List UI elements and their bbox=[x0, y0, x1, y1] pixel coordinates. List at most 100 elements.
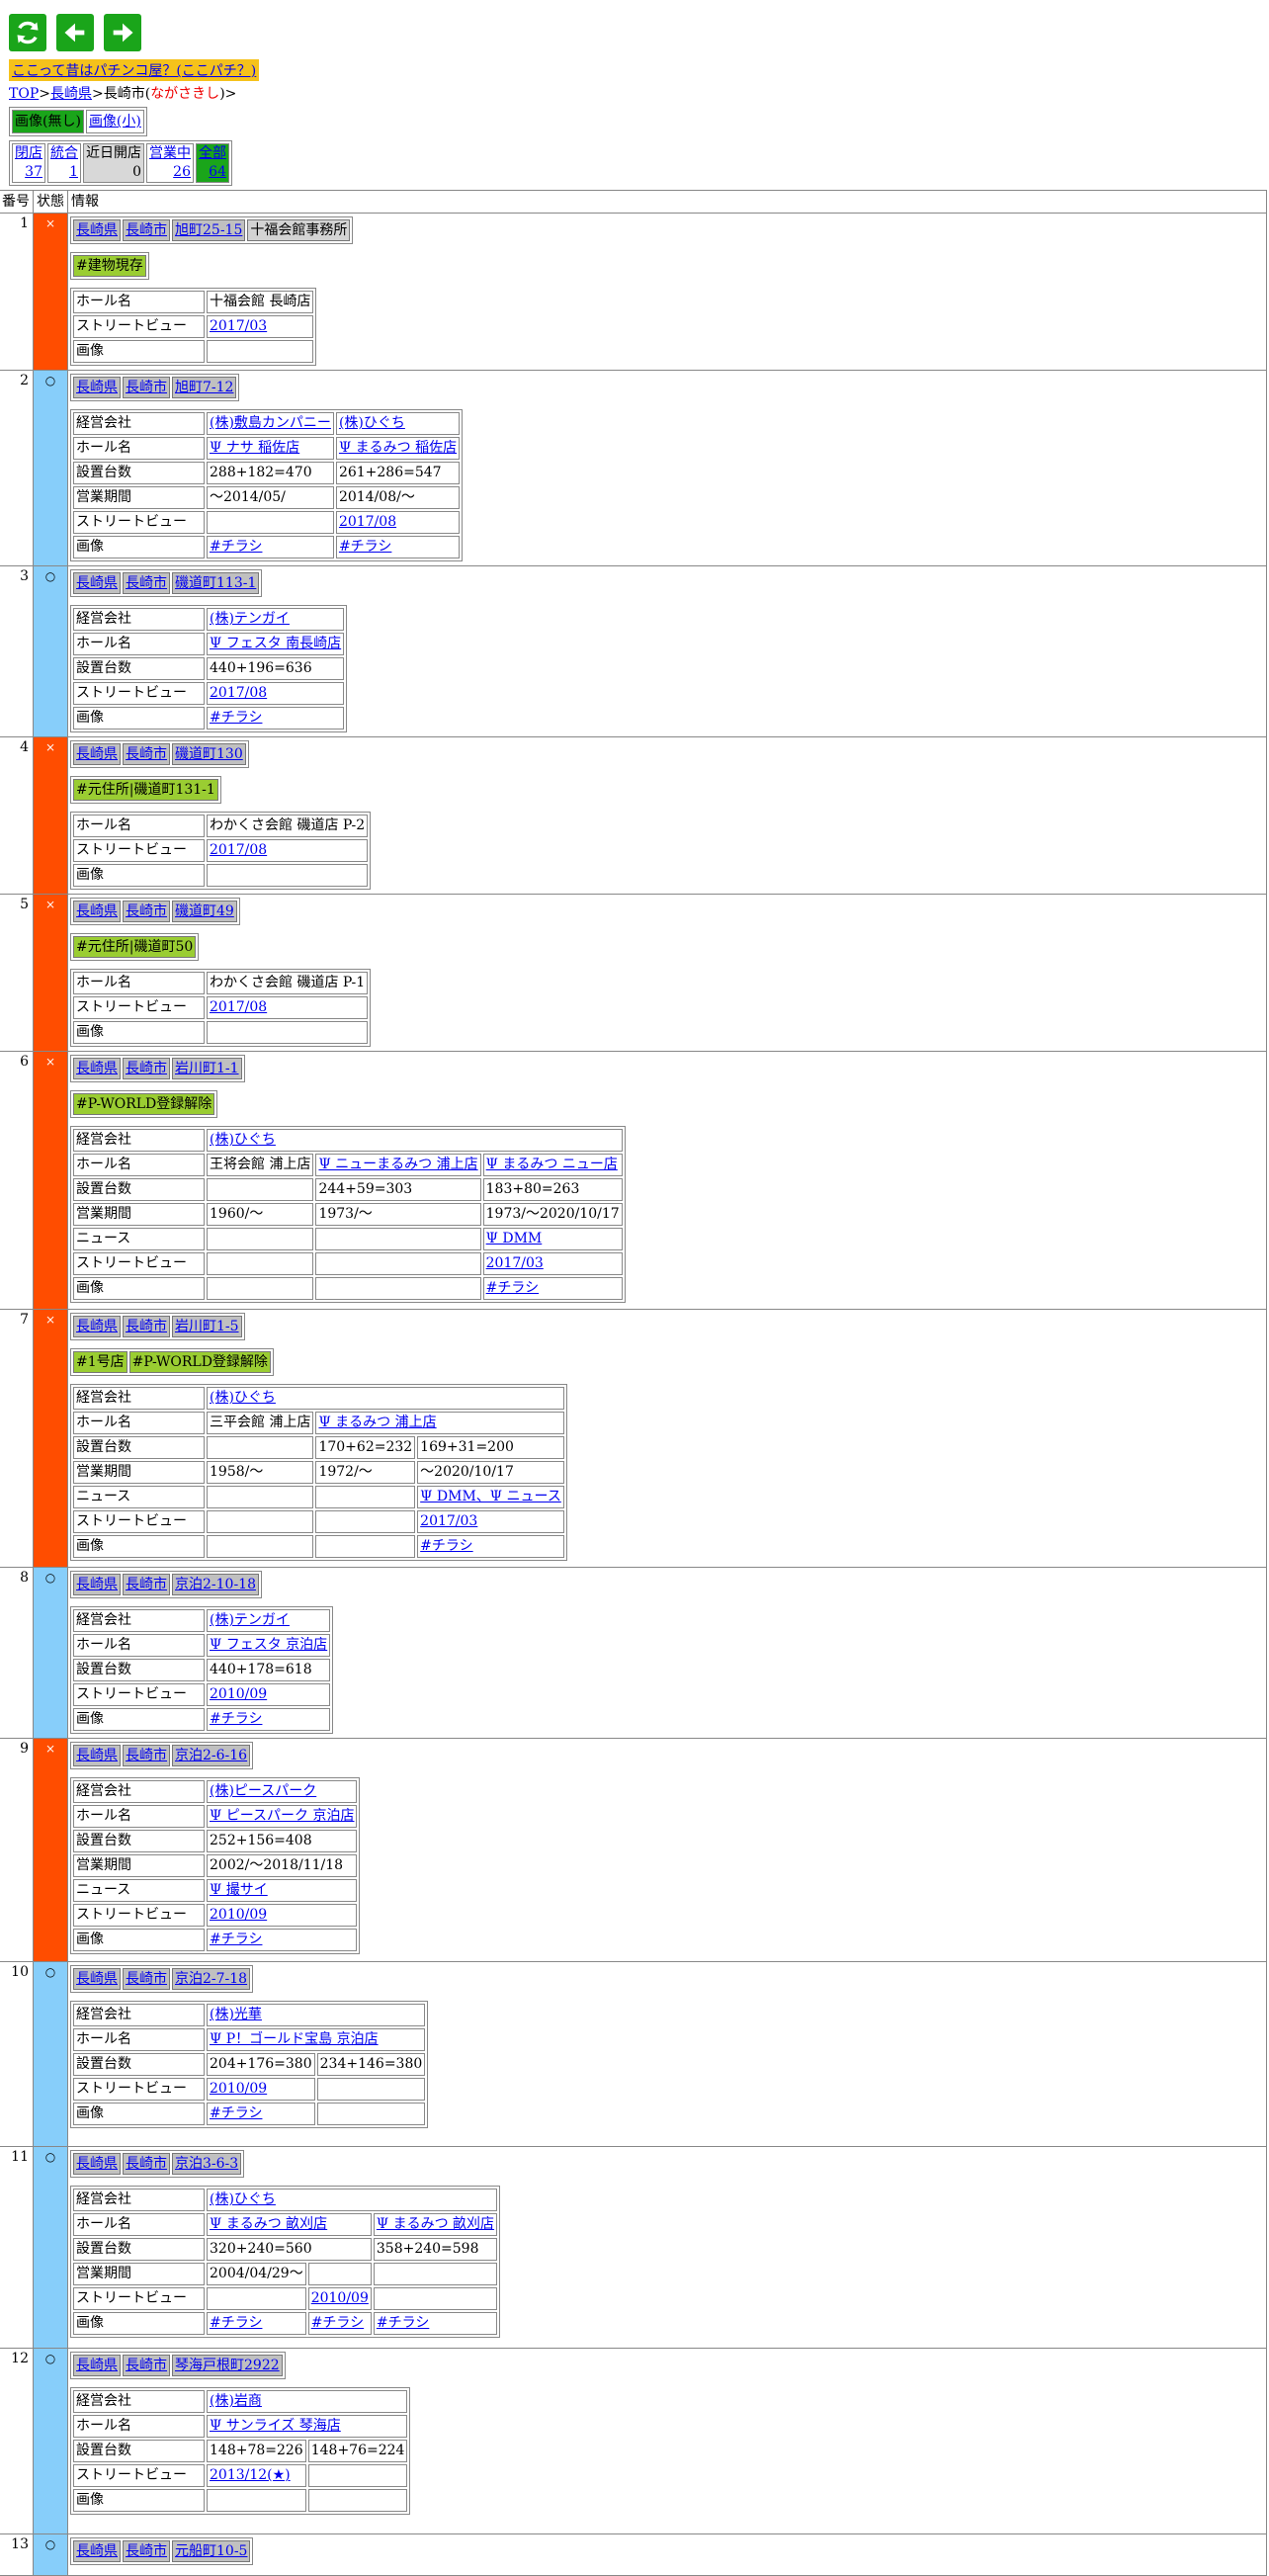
detail-link[interactable]: #チラシ bbox=[210, 710, 262, 726]
detail-value[interactable]: #チラシ bbox=[207, 2103, 315, 2125]
address-cell[interactable]: 長崎県 bbox=[73, 1574, 121, 1595]
address-link[interactable]: 長崎県 bbox=[76, 380, 118, 395]
address-link[interactable]: 長崎市 bbox=[126, 746, 167, 762]
detail-link[interactable]: #チラシ bbox=[377, 2315, 429, 2331]
detail-link[interactable]: (株)ひぐち bbox=[210, 1132, 276, 1148]
detail-link[interactable]: Ψ DMM bbox=[486, 1231, 543, 1246]
detail-link[interactable]: 2017/08 bbox=[210, 842, 267, 858]
address-link[interactable]: 磯道町49 bbox=[175, 903, 234, 919]
address-cell[interactable]: 長崎市 bbox=[123, 377, 170, 398]
status-filter-cell[interactable]: 閉店 37 bbox=[12, 143, 45, 183]
detail-value[interactable]: (株)ピースパーク bbox=[207, 1780, 358, 1803]
forward-arrow-icon[interactable] bbox=[104, 14, 141, 51]
detail-value[interactable]: #チラシ bbox=[482, 1277, 623, 1300]
detail-link[interactable]: Ψ DMM、Ψ ニュース bbox=[420, 1489, 561, 1504]
detail-value[interactable]: 2010/09 bbox=[207, 1904, 358, 1927]
detail-value[interactable]: Ψ 撮サイ bbox=[207, 1879, 358, 1902]
detail-link[interactable]: #チラシ bbox=[339, 539, 391, 555]
address-link[interactable]: 長崎県 bbox=[76, 746, 118, 762]
detail-value[interactable]: 2010/09 bbox=[207, 2078, 315, 2101]
address-link[interactable]: 長崎市 bbox=[126, 1061, 167, 1076]
detail-value[interactable]: Ψ ニューまるみつ 浦上店 bbox=[315, 1154, 481, 1176]
address-link[interactable]: 長崎市 bbox=[126, 575, 167, 591]
address-link[interactable]: 長崎県 bbox=[76, 2543, 118, 2559]
detail-link[interactable]: Ψ サンライズ 琴海店 bbox=[210, 2418, 341, 2434]
detail-link[interactable]: 2010/09 bbox=[311, 2290, 369, 2306]
detail-value[interactable]: Ψ まるみつ 畝刈店 bbox=[207, 2213, 372, 2236]
address-link[interactable]: 旭町7-12 bbox=[175, 380, 233, 395]
address-link[interactable]: 元船町10-5 bbox=[175, 2543, 247, 2559]
detail-value[interactable]: #チラシ bbox=[307, 2312, 372, 2335]
address-cell[interactable]: 磯道町130 bbox=[172, 743, 246, 765]
address-cell[interactable]: 長崎県 bbox=[73, 572, 121, 594]
detail-link[interactable]: 2017/08 bbox=[210, 685, 267, 701]
detail-link[interactable]: (株)ひぐち bbox=[210, 2191, 276, 2207]
detail-value[interactable]: Ψ サンライズ 琴海店 bbox=[207, 2415, 408, 2438]
detail-value[interactable]: (株)ひぐち bbox=[207, 1387, 564, 1410]
address-cell[interactable]: 長崎市 bbox=[123, 1745, 170, 1766]
refresh-icon[interactable] bbox=[9, 14, 46, 51]
detail-value[interactable]: #チラシ bbox=[207, 1708, 331, 1731]
detail-value[interactable]: #チラシ bbox=[207, 2312, 306, 2335]
status-filter-cell[interactable]: 統合 1 bbox=[47, 143, 81, 183]
detail-link[interactable]: (株)ひぐち bbox=[210, 1390, 276, 1406]
address-cell[interactable]: 長崎県 bbox=[73, 1316, 121, 1337]
status-filter-link[interactable]: 閉店 37 bbox=[15, 145, 42, 182]
detail-value[interactable]: Ψ ピースパーク 京泊店 bbox=[207, 1805, 358, 1828]
address-link[interactable]: 長崎県 bbox=[76, 1971, 118, 1987]
address-cell[interactable]: 京泊2-7-18 bbox=[172, 1968, 251, 1990]
detail-link[interactable]: Ψ 撮サイ bbox=[210, 1882, 268, 1898]
detail-value[interactable]: Ψ フェスタ 南長崎店 bbox=[207, 633, 345, 655]
status-filter-cell[interactable]: 全部 64 bbox=[196, 143, 229, 183]
address-cell[interactable]: 京泊2-10-18 bbox=[172, 1574, 259, 1595]
address-cell[interactable]: 長崎県 bbox=[73, 1968, 121, 1990]
detail-link[interactable]: Ψ まるみつ 稲佐店 bbox=[339, 440, 457, 456]
detail-value[interactable]: 2017/08 bbox=[207, 996, 369, 1019]
detail-link[interactable]: 2017/03 bbox=[210, 318, 267, 334]
detail-link[interactable]: (株)ひぐち bbox=[339, 415, 405, 431]
image-none-option[interactable]: 画像(無し) bbox=[12, 110, 84, 133]
address-link[interactable]: 長崎県 bbox=[76, 1748, 118, 1763]
address-link[interactable]: 京泊2-7-18 bbox=[175, 1971, 247, 1987]
detail-link[interactable]: 2017/08 bbox=[210, 999, 267, 1015]
address-link[interactable]: 長崎県 bbox=[76, 1577, 118, 1592]
status-filter-cell[interactable]: 営業中 26 bbox=[146, 143, 194, 183]
address-link[interactable]: 長崎県 bbox=[76, 222, 118, 238]
address-link[interactable]: 岩川町1-5 bbox=[175, 1319, 239, 1334]
detail-link[interactable]: (株)テンガイ bbox=[210, 1612, 290, 1628]
detail-link[interactable]: Ψ まるみつ 浦上店 bbox=[318, 1415, 436, 1430]
address-link[interactable]: 琴海戸根町2922 bbox=[175, 2358, 280, 2373]
address-cell[interactable]: 長崎県 bbox=[73, 1745, 121, 1766]
address-cell[interactable]: 長崎市 bbox=[123, 1968, 170, 1990]
breadcrumb-pref[interactable]: 長崎県 bbox=[50, 86, 92, 102]
detail-value[interactable]: (株)テンガイ bbox=[207, 608, 345, 631]
address-link[interactable]: 長崎市 bbox=[126, 903, 167, 919]
address-cell[interactable]: 長崎県 bbox=[73, 743, 121, 765]
address-cell[interactable]: 長崎市 bbox=[123, 572, 170, 594]
detail-value[interactable]: #チラシ bbox=[417, 1535, 564, 1558]
address-cell[interactable]: 長崎県 bbox=[73, 2153, 121, 2175]
detail-link[interactable]: Ψ フェスタ 京泊店 bbox=[210, 1637, 327, 1653]
detail-value[interactable]: (株)テンガイ bbox=[207, 1609, 331, 1632]
detail-value[interactable]: 2017/08 bbox=[207, 682, 345, 705]
address-link[interactable]: 長崎県 bbox=[76, 2156, 118, 2172]
detail-link[interactable]: Ψ ピースパーク 京泊店 bbox=[210, 1808, 354, 1824]
status-filter-link[interactable]: 営業中 26 bbox=[149, 145, 191, 182]
detail-link[interactable]: (株)テンガイ bbox=[210, 611, 290, 627]
detail-link[interactable]: #チラシ bbox=[210, 2105, 262, 2121]
address-cell[interactable]: 元船町10-5 bbox=[172, 2540, 251, 2562]
detail-link[interactable]: 2017/03 bbox=[420, 1513, 477, 1529]
detail-link[interactable]: 2017/03 bbox=[486, 1255, 544, 1271]
detail-link[interactable]: (株)岩商 bbox=[210, 2393, 262, 2409]
back-arrow-icon[interactable] bbox=[56, 14, 94, 51]
detail-link[interactable]: (株)敷島カンパニー bbox=[210, 415, 331, 431]
address-cell[interactable]: 長崎県 bbox=[73, 2355, 121, 2376]
address-cell[interactable]: 長崎市 bbox=[123, 219, 170, 241]
detail-link[interactable]: Ψ ニューまるみつ 浦上店 bbox=[318, 1157, 477, 1172]
status-filter-link[interactable]: 全部 64 bbox=[199, 145, 226, 182]
address-cell[interactable]: 旭町7-12 bbox=[172, 377, 237, 398]
detail-value[interactable]: Ψ まるみつ 稲佐店 bbox=[335, 437, 461, 460]
address-cell[interactable]: 長崎市 bbox=[123, 1058, 170, 1079]
address-cell[interactable]: 長崎市 bbox=[123, 2540, 170, 2562]
detail-value[interactable]: 2013/12(★) bbox=[207, 2464, 306, 2487]
